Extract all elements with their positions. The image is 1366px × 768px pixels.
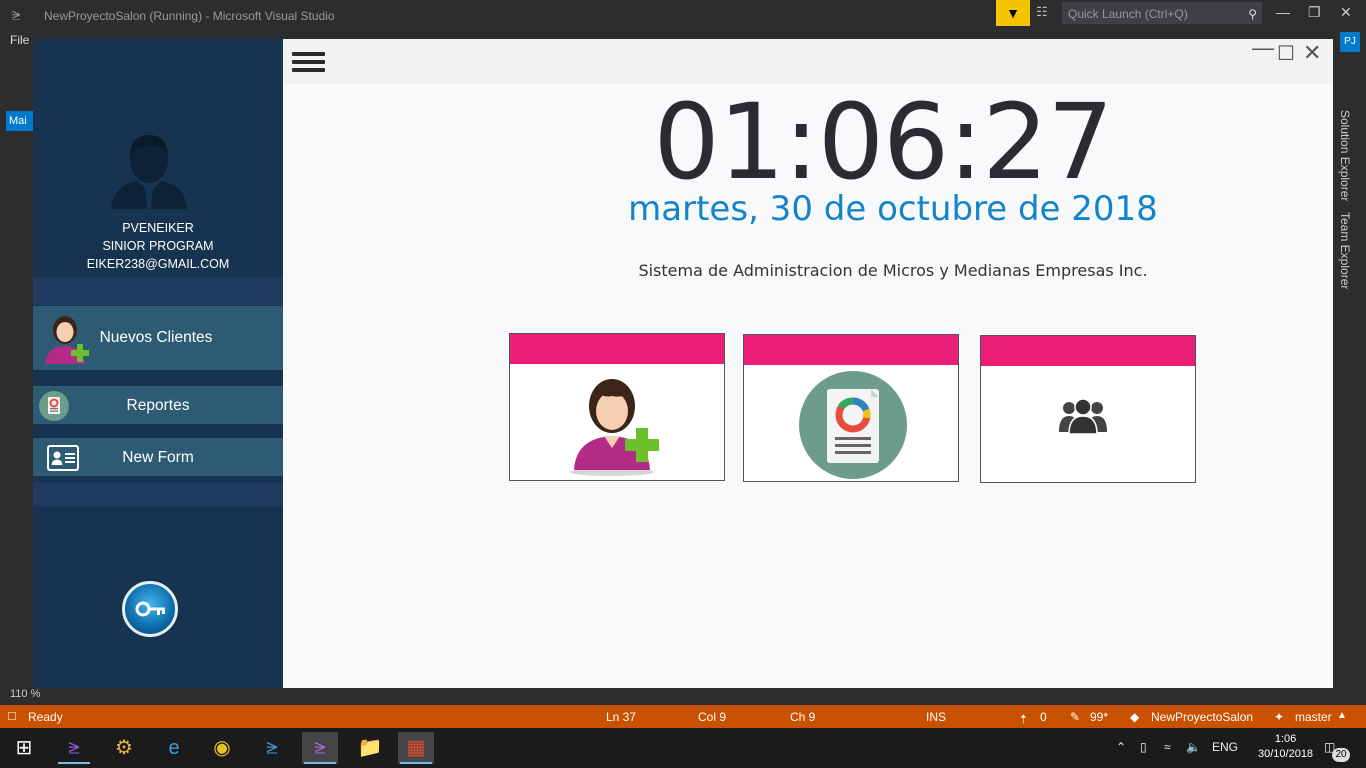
user-avatar-icon: [111, 135, 187, 209]
visual-studio-taskbar-icon[interactable]: ⪭: [56, 732, 92, 764]
status-ready: Ready: [28, 710, 63, 724]
vscode-taskbar-icon[interactable]: ⪭: [254, 732, 290, 764]
sidebar: PVENEIKER SINIOR PROGRAM EIKER238@GMAIL.…: [33, 39, 283, 688]
sidebar-divider: [33, 277, 283, 305]
status-insert-mode: INS: [926, 710, 947, 724]
vs-close-button[interactable]: ✕: [1340, 4, 1352, 21]
key-icon: [135, 601, 165, 617]
pencil-icon: ✎: [1070, 710, 1081, 724]
visual-studio-logo-icon: ⪭: [12, 7, 21, 24]
quick-launch-input[interactable]: Quick Launch (Ctrl+Q) ⚲: [1062, 2, 1262, 24]
clock-display: 01:06:27: [653, 81, 1113, 203]
status-unpushed-count[interactable]: 0: [1040, 710, 1047, 724]
chrome-browser-icon[interactable]: ◉: [204, 732, 240, 764]
card-nuevos-clientes[interactable]: [509, 333, 725, 481]
status-project[interactable]: NewProyectoSalon: [1151, 710, 1253, 724]
vs-title-bar: ⪭ NewProyectoSalon (Running) - Microsoft…: [0, 0, 1366, 32]
vs-document-tab[interactable]: Mai: [6, 111, 33, 131]
nav-label: Nuevos Clientes: [99, 329, 213, 346]
nav-label: Reportes: [126, 397, 190, 414]
status-changes-count[interactable]: 99*: [1090, 710, 1108, 724]
nav-reportes[interactable]: Reportes: [33, 386, 283, 424]
app-tagline: Sistema de Administracion de Micros y Me…: [638, 261, 1148, 280]
chevron-up-icon: ▲: [1337, 710, 1347, 721]
git-diamond-icon: ◆: [1130, 710, 1140, 724]
status-window-icon: □: [8, 708, 16, 723]
menu-file[interactable]: File: [10, 33, 29, 47]
nav-label: New Form: [122, 449, 194, 466]
user-name: PVENEIKER: [122, 221, 194, 235]
vs-left-strip: [0, 56, 33, 686]
status-branch[interactable]: master: [1295, 710, 1332, 724]
battery-icon[interactable]: ▯: [1140, 740, 1147, 754]
feedback-icon[interactable]: ☷: [1036, 4, 1054, 22]
file-tool-taskbar-icon[interactable]: ⚙: [106, 732, 142, 764]
edge-browser-icon[interactable]: e: [156, 732, 192, 764]
status-column: Col 9: [698, 710, 727, 724]
status-char: Ch 9: [790, 710, 816, 724]
card-reportes[interactable]: [743, 334, 959, 482]
tray-chevron-up-icon[interactable]: ⌃: [1116, 740, 1126, 754]
nav-nuevos-clientes[interactable]: Nuevos Clientes: [33, 306, 283, 370]
nav-new-form[interactable]: New Form: [33, 438, 283, 476]
language-indicator[interactable]: ENG: [1212, 740, 1238, 754]
branch-icon: ✦: [1274, 710, 1285, 724]
sidebar-divider: [33, 482, 283, 506]
vs-minimize-button[interactable]: —: [1276, 4, 1290, 20]
windows-start-icon[interactable]: ⊞: [6, 732, 42, 764]
card-header: [510, 334, 724, 364]
vs-maximize-button[interactable]: ❐: [1308, 4, 1321, 21]
file-explorer-icon[interactable]: 📁: [352, 732, 388, 764]
user-email: EIKER238@GMAIL.COM: [86, 257, 230, 271]
user-badge[interactable]: PJ: [1340, 32, 1360, 52]
card-header: [744, 335, 958, 365]
app-close-button[interactable]: ✕: [1303, 40, 1321, 66]
quick-launch-placeholder: Quick Launch (Ctrl+Q): [1068, 7, 1188, 21]
windows-taskbar: ⊞ ⪭ ⚙ e ◉ ⪭ ⪭ 📁 ▦ ⌃ ▯ ≈ 🔈 ENG 1:06 30/10…: [0, 728, 1366, 768]
filter-icon[interactable]: ▼: [996, 0, 1030, 26]
new-client-icon: [570, 379, 659, 476]
zoom-bar: 110 %: [0, 686, 1366, 704]
report-icon: [799, 371, 907, 479]
wifi-icon[interactable]: ≈: [1164, 740, 1171, 754]
menu-hamburger-icon[interactable]: [292, 51, 326, 75]
logout-key-button[interactable]: [122, 581, 178, 637]
app-window: PVENEIKER SINIOR PROGRAM EIKER238@GMAIL.…: [33, 35, 1333, 688]
app-minimize-button[interactable]: —: [1252, 35, 1274, 61]
volume-icon[interactable]: 🔈: [1186, 740, 1201, 754]
taskbar-date: 30/10/2018: [1258, 748, 1314, 760]
app-maximize-button[interactable]: ☐: [1277, 41, 1295, 66]
date-display: martes, 30 de octubre de 2018: [628, 189, 1158, 229]
search-icon: ⚲: [1248, 7, 1257, 21]
status-line: Ln 37: [606, 710, 637, 724]
zoom-level[interactable]: 110 %: [10, 688, 40, 700]
vs-window-title: NewProyectoSalon (Running) - Microsoft V…: [44, 9, 335, 23]
notifications-count: 20: [1332, 748, 1350, 762]
vs-status-bar: □ Ready Ln 37 Col 9 Ch 9 INS 🠡 0 ✎ 99* ◆…: [0, 705, 1366, 728]
users-group-icon: [1059, 398, 1107, 434]
card-header: [981, 336, 1195, 366]
taskbar-clock[interactable]: 1:06 30/10/2018: [1258, 732, 1313, 762]
app-header: [283, 39, 1333, 84]
taskbar-time: 1:06: [1274, 733, 1297, 745]
user-role: SINIOR PROGRAM: [102, 239, 214, 253]
visual-studio-running-icon[interactable]: ⪭: [302, 732, 338, 764]
card-clientes[interactable]: [980, 335, 1196, 483]
running-app-taskbar-icon[interactable]: ▦: [398, 732, 434, 764]
